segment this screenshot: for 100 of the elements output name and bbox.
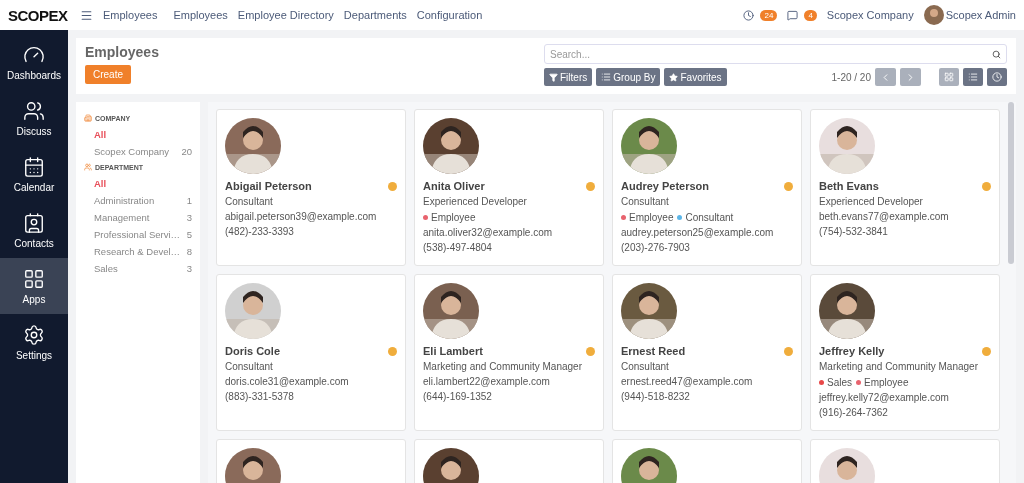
email: jeffrey.kelly72@example.com [819, 392, 950, 403]
phone: (482)-233-3393 [225, 226, 295, 237]
email: beth.evans77@example.com [819, 211, 950, 222]
employee-name: Jeffrey Kelly [819, 345, 885, 357]
count-badge: 4 [804, 9, 817, 21]
view-button[interactable] [987, 68, 1007, 86]
employee-name: Audrey Peterson [621, 180, 710, 192]
filter-item[interactable]: Sales 3 [84, 263, 192, 274]
list-icon [968, 72, 978, 82]
scrollbar[interactable] [1008, 102, 1014, 264]
building-icon [84, 114, 92, 122]
status-dot [982, 181, 991, 191]
employee-card[interactable]: Abigail Peterson Consultant abigail.peterson39@example.com (482)-233-3393 [216, 109, 406, 266]
employee-card[interactable]: Beth Evans Experienced Developer beth.evans77@example.com (754)-532-3841 [810, 109, 1000, 266]
employee-card[interactable]: Doris Cole Consultant doris.cole31@example.com (883)-331-5378 [216, 274, 406, 431]
status-dot [586, 181, 595, 191]
employee-name: Beth Evans [819, 180, 879, 192]
grid-icon [23, 267, 45, 290]
company-name[interactable]: Scopex Company [826, 9, 914, 21]
menu-link[interactable]: Employees [173, 9, 228, 21]
filters-button[interactable]: Filters [544, 68, 593, 86]
view-button[interactable] [963, 68, 983, 86]
employee-name: Ernest Reed [621, 345, 686, 357]
sidebar-label: Settings [15, 349, 53, 361]
page-title: Employees [85, 44, 159, 60]
view-button[interactable] [939, 68, 959, 86]
job-title: Consultant [225, 361, 274, 372]
tag: Sales [819, 377, 852, 388]
job-title: Marketing and Community Manager [819, 361, 979, 372]
contact-icon [23, 211, 45, 234]
email: eli.lambert22@example.com [423, 376, 551, 387]
filter-item[interactable]: Scopex Company 20 [84, 146, 192, 157]
people-icon [23, 99, 45, 122]
employee-name: Doris Cole [225, 345, 280, 357]
employee-card[interactable]: Audrey Peterson Consultant Employee Consultant audrey.peterson25@example.com (203)-276-7903 [612, 109, 802, 266]
tag: Employee [856, 377, 909, 388]
favorites-button[interactable]: Favorites [664, 68, 727, 86]
employee-name: Anita Oliver [423, 180, 485, 192]
phone: (944)-518-8232 [621, 391, 691, 402]
menu-link[interactable]: Departments [343, 9, 407, 21]
filter-item[interactable]: Management 3 [84, 212, 192, 223]
chat-icon [787, 9, 799, 21]
sidebar-label: Dashboards [7, 69, 61, 81]
user-name[interactable]: Scopex Admin [945, 9, 1016, 21]
clock-icon [743, 9, 755, 21]
calendar-icon [23, 155, 45, 178]
menu-icon [80, 8, 93, 22]
sidebar-label: Calendar [13, 181, 55, 193]
employee-name: Abigail Peterson [225, 180, 312, 192]
email: anita.oliver32@example.com [423, 227, 554, 238]
employee-card[interactable]: Anita Oliver Experienced Developer Employee anita.oliver32@example.com (538)-497-4804 [414, 109, 604, 266]
menu-link[interactable]: Configuration [416, 9, 483, 21]
avatar[interactable] [923, 5, 944, 25]
filter-item[interactable]: All [84, 178, 192, 189]
status-dot [784, 346, 793, 356]
status-dot [982, 346, 991, 356]
job-title: Experienced Developer [819, 196, 924, 207]
job-title: Experienced Developer [423, 196, 528, 207]
email: ernest.reed47@example.com [621, 376, 754, 387]
employee-card[interactable]: Jeffrey Kelly Marketing and Community Manager Sales Employee jeffrey.kelly72@example.com (916)-264-7362 [810, 274, 1000, 431]
app-title[interactable]: Employees [103, 9, 158, 21]
sidebar-item[interactable]: Apps [0, 258, 68, 314]
sidebar-label: Discuss [16, 125, 52, 137]
sidebar-item[interactable]: Discuss [0, 90, 68, 146]
sidebar-item[interactable]: Contacts [0, 202, 68, 258]
tag: Consultant [677, 212, 734, 223]
logo[interactable]: SCOPEX [8, 6, 70, 24]
phone: (883)-331-5378 [225, 391, 295, 402]
status-dot [388, 346, 397, 356]
star-icon [669, 72, 679, 82]
phone: (644)-169-1352 [423, 391, 493, 402]
previous-button[interactable] [875, 68, 896, 86]
next-button[interactable] [900, 68, 921, 86]
sidebar-label: Contacts [14, 237, 54, 249]
status-dot [586, 346, 595, 356]
phone: (538)-497-4804 [423, 242, 493, 253]
employee-card[interactable]: Ernest Reed Consultant ernest.reed47@example.com (944)-518-8232 [612, 274, 802, 431]
filter-icon [549, 72, 558, 82]
menu-link[interactable]: Employee Directory [237, 9, 334, 21]
sidebar-item[interactable]: Settings [0, 314, 68, 370]
phone: (916)-264-7362 [819, 407, 889, 418]
job-title: Consultant [225, 196, 274, 207]
pager: 1-20 / 20 [831, 71, 871, 83]
sidebar-item[interactable]: Dashboards [0, 34, 68, 90]
sidebar-item[interactable]: Calendar [0, 146, 68, 202]
filter-item[interactable]: Professional Servi… 5 [84, 229, 192, 240]
phone: (754)-532-3841 [819, 226, 889, 237]
kanban-icon [944, 72, 954, 82]
employee-card[interactable]: Eli Lambert Marketing and Community Manager eli.lambert22@example.com (644)-169-1352 [414, 274, 604, 431]
filter-item[interactable]: Administration 1 [84, 195, 192, 206]
phone: (203)-276-7903 [621, 242, 691, 253]
group-by-button[interactable]: Group By [596, 68, 661, 86]
status-dot [784, 181, 793, 191]
job-title: Consultant [621, 196, 670, 207]
list-icon [601, 72, 612, 82]
filter-item[interactable]: Research & Devel… 8 [84, 246, 192, 257]
settings-icon [23, 323, 45, 346]
filter-item[interactable]: All [84, 129, 192, 140]
email: doris.cole31@example.com [225, 376, 350, 387]
email: audrey.peterson25@example.com [621, 227, 775, 238]
